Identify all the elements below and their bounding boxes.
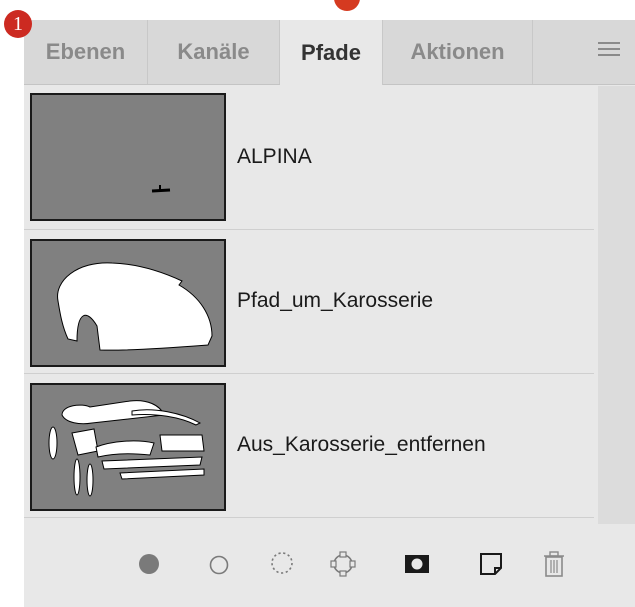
new-path-icon[interactable] xyxy=(476,549,506,579)
path-thumbnail xyxy=(30,383,226,511)
tab-kanaele[interactable]: Kanäle xyxy=(148,20,280,84)
path-list-scrollbar[interactable] xyxy=(598,86,635,524)
top-callout-marker xyxy=(334,0,360,11)
panel-menu-icon[interactable] xyxy=(598,42,620,60)
fill-path-icon[interactable] xyxy=(134,549,164,579)
path-list: ALPINA Pfad_um_Karosserie Aus_Karosserie… xyxy=(24,85,594,525)
callout-badge: 1 xyxy=(4,10,32,38)
path-thumbnail xyxy=(30,93,226,221)
path-name[interactable]: Aus_Karosserie_entfernen xyxy=(237,433,486,457)
tab-pfade[interactable]: Pfade xyxy=(280,20,383,85)
path-thumbnail xyxy=(30,239,226,367)
path-row-alpina[interactable]: ALPINA xyxy=(24,85,594,230)
alpina-path-shape xyxy=(151,185,171,193)
path-name[interactable]: ALPINA xyxy=(237,145,312,169)
paths-panel: Ebenen Kanäle Pfade Aktionen ALPINA Pfad… xyxy=(24,20,635,607)
stroke-path-icon[interactable] xyxy=(204,549,234,579)
path-row-karosserie[interactable]: Pfad_um_Karosserie xyxy=(24,229,594,374)
load-selection-icon[interactable] xyxy=(267,549,297,579)
tab-aktionen[interactable]: Aktionen xyxy=(383,20,533,84)
tab-ebenen[interactable]: Ebenen xyxy=(24,20,148,84)
make-work-path-icon[interactable] xyxy=(328,549,358,579)
aus-karosserie-path-shape xyxy=(48,400,205,497)
delete-path-icon[interactable] xyxy=(539,549,569,579)
panel-footer-toolbar xyxy=(24,525,635,607)
path-row-aus-karosserie[interactable]: Aus_Karosserie_entfernen xyxy=(24,373,594,518)
karosserie-path-shape xyxy=(57,262,213,351)
add-mask-icon[interactable] xyxy=(402,549,432,579)
path-name[interactable]: Pfad_um_Karosserie xyxy=(237,289,433,313)
panel-tab-bar: Ebenen Kanäle Pfade Aktionen xyxy=(24,20,635,85)
